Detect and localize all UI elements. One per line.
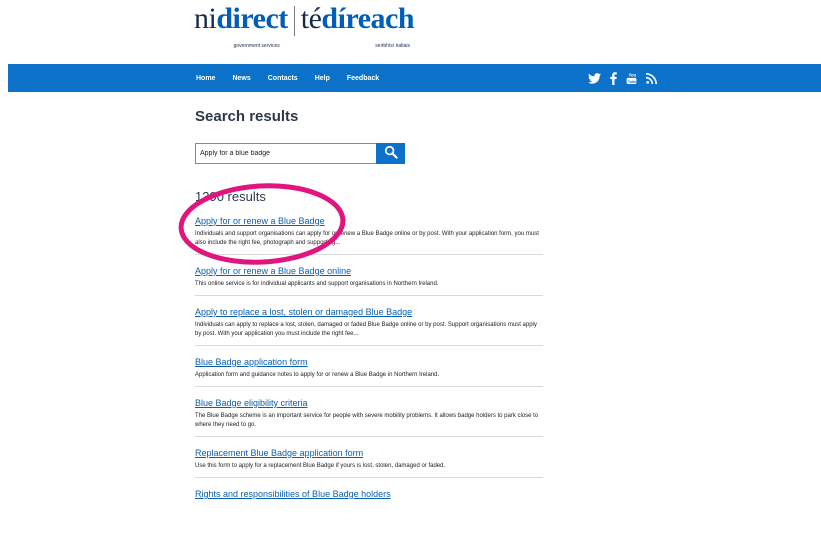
search-form [195, 143, 405, 164]
logo-ni: ni [194, 2, 217, 35]
result-link[interactable]: Blue Badge application form [195, 357, 543, 367]
result-item: Replacement Blue Badge application form … [195, 448, 543, 478]
logo-sub-en: government services [233, 43, 280, 49]
nav-help[interactable]: Help [315, 75, 330, 82]
result-snippet: This online service is for individual ap… [195, 281, 439, 287]
svg-text:You: You [628, 72, 636, 77]
svg-text:Tube: Tube [628, 79, 636, 83]
tedireach-logo: tédíreach seirbhísí rialtais [300, 2, 415, 50]
nav-links: Home News Contacts Help Feedback [196, 64, 396, 92]
search-button[interactable] [376, 143, 405, 164]
highlight-circle [178, 183, 346, 265]
result-snippet: Use this form to apply for a replacement… [195, 463, 446, 469]
social-links: Tube You [588, 64, 657, 92]
nidirect-logo: nidirect government services [194, 2, 288, 50]
site-header: nidirect government services tédíreach s… [0, 0, 821, 64]
logo-te: té [300, 2, 322, 35]
twitter-icon[interactable] [588, 72, 601, 84]
youtube-icon[interactable]: Tube You [626, 72, 637, 85]
search-icon [384, 145, 398, 162]
main-nav: Home News Contacts Help Feedback Tube You [8, 64, 821, 92]
result-item: Apply to replace a lost, stolen or damag… [195, 307, 543, 346]
nav-news[interactable]: News [232, 75, 250, 82]
result-snippet: Application form and guidance notes to a… [195, 372, 440, 378]
nav-feedback[interactable]: Feedback [347, 75, 379, 82]
logo-divider [293, 6, 295, 36]
facebook-icon[interactable] [610, 71, 617, 85]
search-input[interactable] [195, 143, 377, 164]
logo-sub-ga: seirbhísí rialtais [375, 43, 411, 49]
nav-home[interactable]: Home [196, 75, 215, 82]
result-link[interactable]: Blue Badge eligibility criteria [195, 398, 543, 408]
result-snippet: The Blue Badge scheme is an important se… [195, 413, 539, 428]
result-link[interactable]: Replacement Blue Badge application form [195, 448, 543, 458]
page-title: Search results [195, 108, 299, 125]
site-logo[interactable]: nidirect government services tédíreach s… [194, 2, 415, 50]
result-item: Blue Badge eligibility criteria The Blue… [195, 398, 543, 437]
result-link[interactable]: Apply to replace a lost, stolen or damag… [195, 307, 543, 317]
result-item: Apply for or renew a Blue Badge online T… [195, 266, 543, 296]
result-link[interactable]: Apply for or renew a Blue Badge online [195, 266, 543, 276]
result-item: Rights and responsibilities of Blue Badg… [195, 489, 543, 509]
result-snippet: Individuals can apply to replace a lost,… [195, 322, 537, 337]
nav-contacts[interactable]: Contacts [268, 75, 298, 82]
result-link[interactable]: Rights and responsibilities of Blue Badg… [195, 489, 543, 499]
rss-icon[interactable] [646, 72, 657, 84]
result-item: Blue Badge application form Application … [195, 357, 543, 387]
